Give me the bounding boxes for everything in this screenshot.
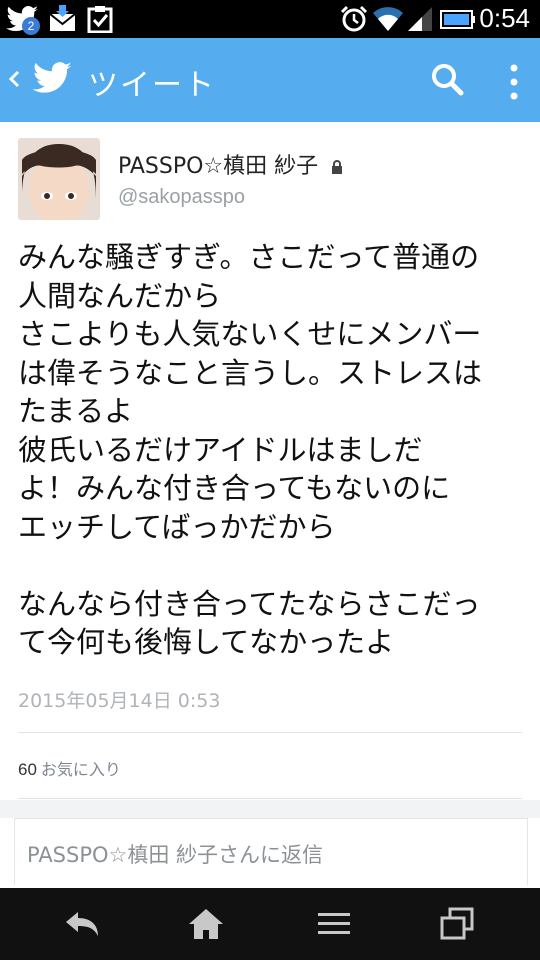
alarm-icon	[340, 5, 368, 32]
tweet-text-line: たまるよ	[18, 394, 134, 428]
menu-icon[interactable]	[314, 906, 354, 942]
navigation-bar	[0, 888, 540, 960]
overflow-menu-icon[interactable]	[504, 60, 524, 104]
lock-icon	[331, 155, 343, 180]
tweet-text-line	[18, 546, 530, 585]
tweet-text-line: さこよりも人気ないくせにメンバー	[18, 317, 482, 351]
tweet-text-line: は偉そうなこと言うし。ストレスは	[18, 355, 483, 390]
user-handle[interactable]: @sakopasspo	[118, 186, 245, 209]
signal-icon	[406, 5, 434, 31]
twitter-bird-icon[interactable]	[30, 58, 74, 98]
tweet-text-line: みんな騒ぎすぎ。さこだって普通の	[18, 240, 480, 274]
recent-apps-icon[interactable]	[438, 906, 478, 942]
tweet-timestamp: 2015年05月14日 0:53	[18, 690, 221, 712]
clipboard-check-icon	[86, 5, 114, 34]
tweet-text: みんな騒ぎすぎ。さこだって普通の 人間なんだから さこよりも人気ないくせにメンバ…	[18, 238, 530, 662]
divider	[18, 732, 522, 733]
reply-input[interactable]: PASSPO☆槙田 紗子さんに返信	[14, 818, 528, 885]
tweet-text-line: エッチしてばっかだから	[18, 509, 336, 544]
search-icon[interactable]	[428, 60, 468, 100]
tweet-text-line: よ！みんな付き合ってもないのに	[18, 471, 451, 505]
back-arrow-icon[interactable]	[62, 906, 102, 942]
page-title: ツイート	[88, 68, 216, 103]
section-gap	[0, 800, 540, 818]
display-name-text: PASSPO☆槙田 紗子	[118, 154, 319, 179]
avatar[interactable]	[18, 138, 100, 220]
display-name[interactable]: PASSPO☆槙田 紗子	[118, 148, 343, 180]
tweet-text-line: て今何も後悔してなかったよ	[18, 625, 395, 659]
notification-count-badge: 2	[22, 17, 40, 35]
tweet-text-line: 人間なんだから	[18, 278, 222, 313]
divider	[18, 798, 522, 799]
status-bar: 2 0:54	[0, 0, 540, 38]
favorites-label: お気に入り	[40, 760, 121, 779]
favorites-stat[interactable]: 60 お気に入り	[18, 756, 121, 780]
action-bar: ツイート	[0, 38, 540, 122]
tweet-text-line: 彼氏いるだけアイドルはましだ	[18, 432, 423, 467]
wifi-icon	[372, 5, 404, 32]
tweet-text-line: なんなら付き合ってたならさこだっ	[18, 586, 481, 621]
reply-placeholder: PASSPO☆槙田 紗子さんに返信	[27, 843, 324, 867]
back-chevron-icon[interactable]	[6, 64, 22, 94]
mail-download-icon	[48, 5, 78, 31]
clock-time: 0:54	[479, 3, 530, 33]
favorites-count: 60	[18, 760, 37, 779]
home-icon[interactable]	[186, 906, 226, 942]
battery-icon	[440, 5, 476, 31]
